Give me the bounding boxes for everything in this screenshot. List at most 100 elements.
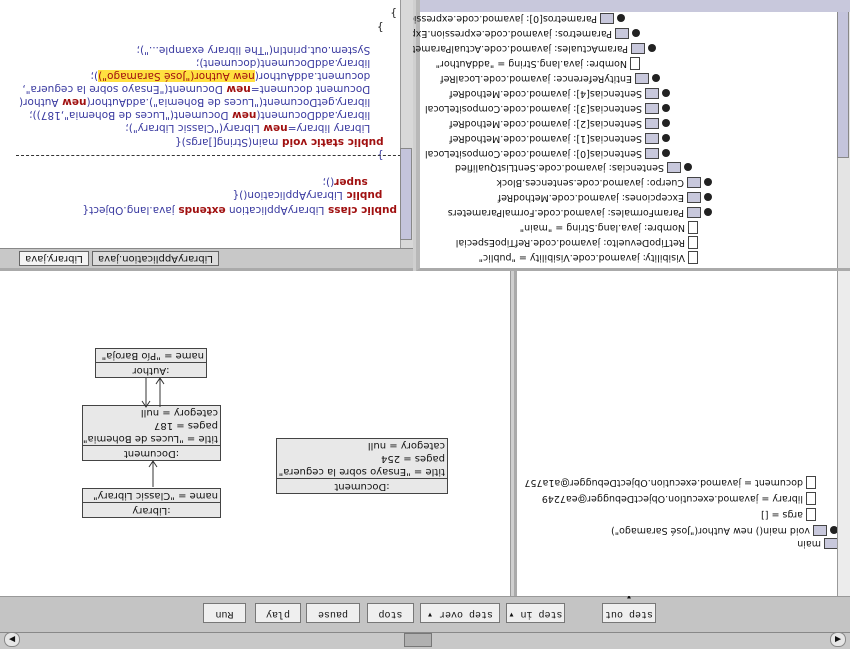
code-line[interactable]: library.addDocument(document); [196, 56, 397, 69]
play-button[interactable]: play [255, 603, 301, 623]
code-line[interactable]: } [377, 20, 397, 33]
code-line[interactable]: System.out.println("The library example.… [136, 43, 397, 56]
tree-node[interactable]: Excepciones: javamod.code.MethodRef [498, 191, 712, 204]
code-line[interactable]: } [390, 6, 397, 19]
stack-vertical-scrollbar[interactable] [837, 271, 850, 596]
stop-button[interactable]: stop [367, 603, 414, 623]
tree-scroll-thumb[interactable] [837, 6, 849, 158]
code-line[interactable]: public class LibraryApplication extends … [82, 203, 397, 216]
folder-node-icon [600, 13, 614, 24]
scroll-right-icon[interactable]: ▶ [4, 632, 20, 647]
code-token: java.lang.Object{ [82, 204, 175, 216]
run-button[interactable]: Run [203, 603, 246, 623]
stack-item-label: void main() new Author("José Saramago") [610, 525, 810, 536]
expand-toggle-icon[interactable] [704, 178, 712, 187]
tab-library-application[interactable]: LibraryApplication.java [92, 251, 219, 266]
step-over-button[interactable]: step over ▾ [420, 603, 500, 623]
expand-toggle-icon[interactable] [704, 193, 712, 202]
code-token: Document("Ensayo sobre la ceguera", [22, 83, 223, 95]
expand-toggle-icon[interactable] [662, 89, 670, 98]
folder-node-icon [645, 148, 659, 159]
variable-icon [806, 476, 816, 489]
tree-node-label: EntityReference: javamod.code.LocalRef [440, 73, 632, 84]
tree-node[interactable]: Sentencias[1]: javamod.code.MethodRef [449, 132, 670, 145]
tree-node[interactable]: Cuerpo: javamod.code.sentences.Block [496, 176, 712, 189]
expand-toggle-icon[interactable] [662, 104, 670, 113]
tree-node[interactable]: ParamFormales: javamod.code.FormalParame… [448, 206, 712, 219]
tree-node-label: ParamActuales: javamod.code.ActualParame… [397, 43, 628, 54]
expand-toggle-icon[interactable] [632, 29, 640, 38]
code-line[interactable]: library.getDocument("Luces de Bohemia").… [19, 95, 397, 108]
code-line[interactable]: Library library=new Library("Classic Lib… [125, 121, 397, 134]
tree-node[interactable]: Sentencias[2]: javamod.code.MethodRef [449, 117, 670, 130]
tree-node[interactable]: Sentencias: javamod.code.SentListQualifi… [455, 161, 692, 174]
code-token: document.addAuthor( [254, 70, 397, 82]
scroll-left-icon[interactable]: ◀ [830, 632, 846, 647]
step-over-label: step over [439, 608, 494, 619]
current-statement-highlight: new Author("José Saramago") [98, 70, 255, 82]
breakpoint-separator [16, 155, 411, 156]
code-line[interactable]: public static void main(String[]args){ [175, 135, 397, 148]
folder-node-icon [687, 192, 701, 203]
code-line[interactable]: super(); [322, 175, 397, 188]
code-token: Document("Luces de Bohemia",187)); [29, 109, 229, 121]
code-line[interactable]: library.addDocument(new Document("Luces … [29, 108, 397, 121]
stack-item[interactable]: args = [] [761, 508, 816, 521]
object-diagram-panel: :Document title = "Ensayo sobre la cegue… [0, 271, 511, 596]
scrollbar-thumb[interactable] [404, 633, 432, 647]
tree-node[interactable]: ParamActuales: javamod.code.ActualParame… [397, 42, 656, 55]
tree-node[interactable]: Sentencias[0]: javamod.code.CompositeLoc… [425, 147, 670, 160]
code-token: } [376, 21, 397, 33]
folder-node-icon [667, 162, 681, 173]
code-token: (); [322, 176, 335, 188]
pause-button[interactable]: pause [306, 603, 360, 623]
tree-node[interactable]: RetTipoDevuelto: javamod.code.RefTipoEsp… [456, 236, 698, 249]
code-scroll-thumb[interactable] [400, 148, 412, 240]
horizontal-scrollbar[interactable]: ◀ ▶ [0, 632, 850, 649]
expand-toggle-icon[interactable] [617, 14, 625, 23]
variable-icon [806, 492, 816, 505]
ast-tree-panel: Visibility: javamod.code.Visibility = "p… [325, 0, 850, 271]
expand-toggle-icon[interactable] [652, 74, 660, 83]
expand-toggle-icon[interactable] [662, 119, 670, 128]
stack-item[interactable]: main [797, 537, 838, 550]
tree-node-label: Sentencias[2]: javamod.code.MethodRef [449, 118, 642, 129]
expand-toggle-icon[interactable] [704, 208, 712, 217]
stack-item[interactable]: document = javamod.execution.ObjectDebug… [524, 476, 816, 489]
code-line[interactable]: Document document=new Document("Ensayo s… [22, 82, 397, 95]
step-out-label: step out [605, 608, 654, 619]
stack-item-label: library = javamod.execution.ObjectDebugg… [541, 493, 803, 504]
code-token: public class [324, 204, 397, 216]
expand-toggle-icon[interactable] [662, 149, 670, 158]
stack-item[interactable]: library = javamod.execution.ObjectDebugg… [542, 492, 816, 505]
leaf-node-icon [688, 221, 698, 234]
tree-node[interactable]: Visibility: javamod.code.Visibility = "p… [479, 251, 698, 264]
folder-node-icon [615, 28, 629, 39]
stack-item[interactable]: void main() new Author("José Saramago") [611, 524, 838, 537]
folder-node-icon [687, 207, 701, 218]
tree-node[interactable]: EntityReference: javamod.code.LocalRef [440, 72, 660, 85]
tree-node[interactable]: Sentencias[4]: javamod.code.MethodRef [449, 87, 670, 100]
folder-node-icon [631, 43, 645, 54]
tree-node-label: Cuerpo: javamod.code.sentences.Block [496, 177, 684, 188]
call-stack-panel: main void main() new Author("José Sarama… [514, 271, 850, 596]
code-line[interactable]: public LibraryApplication(){ [233, 188, 397, 201]
code-token: public static void [278, 136, 384, 148]
code-line[interactable]: document.addAuthor(new Author("José Sara… [90, 69, 397, 82]
leaf-node-icon [688, 251, 698, 264]
expand-toggle-icon[interactable] [684, 163, 692, 172]
tree-node[interactable]: Nombre: java.lang.String = "addAuthor" [436, 57, 640, 70]
debug-toolbar: step out ▾ step in ▾ step over ▾ stop pa… [0, 590, 850, 632]
tree-node[interactable]: Nombre: java.lang.String = "main" [520, 221, 698, 234]
expand-toggle-icon[interactable] [662, 134, 670, 143]
step-out-button[interactable]: step out ▾ [602, 590, 656, 623]
tab-library[interactable]: Library.java [19, 251, 89, 266]
tree-node-label: Sentencias[0]: javamod.code.CompositeLoc… [424, 148, 642, 159]
tree-vertical-scrollbar[interactable] [837, 0, 850, 268]
tree-node[interactable]: Sentencias[3]: javamod.code.CompositeLoc… [425, 102, 670, 115]
reference-arrows [141, 377, 165, 487]
folder-node-icon [687, 177, 701, 188]
expand-toggle-icon[interactable] [648, 44, 656, 53]
step-in-button[interactable]: step in ▾ [506, 603, 565, 623]
code-vertical-scrollbar[interactable] [400, 0, 413, 248]
